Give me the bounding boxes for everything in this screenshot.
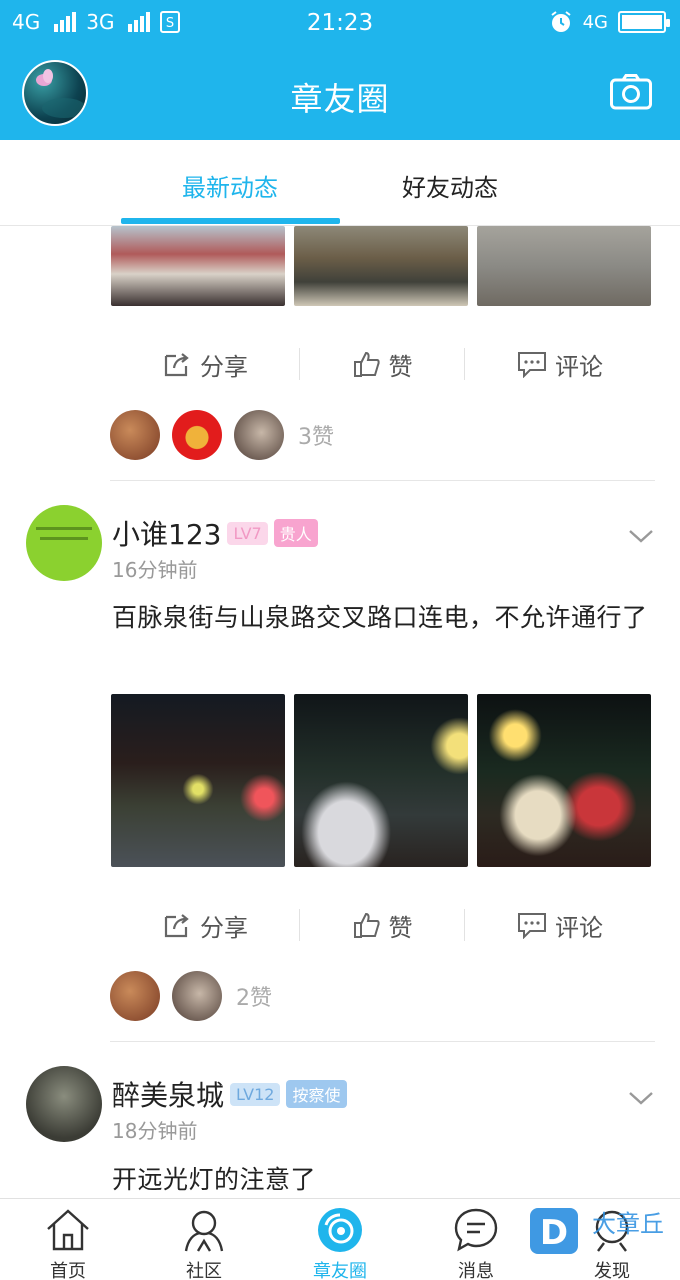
avatar-text-image xyxy=(36,527,92,540)
comment-button[interactable]: 评论 xyxy=(465,334,655,394)
nav-home-label: 首页 xyxy=(50,1261,86,1280)
post-image[interactable] xyxy=(477,226,651,306)
like-label: 赞 xyxy=(388,913,413,942)
share-icon xyxy=(164,914,189,938)
post-time: 18分钟前 xyxy=(112,1119,198,1143)
nav-community-label: 社区 xyxy=(186,1261,222,1280)
like-label: 赞 xyxy=(388,352,413,381)
level-badge: LV12 xyxy=(230,1082,281,1106)
nav-messages-label: 消息 xyxy=(458,1261,494,1280)
alarm-icon xyxy=(550,11,571,32)
watermark-logo: D 大章丘 xyxy=(530,1208,664,1254)
nav-discover-label: 发现 xyxy=(594,1261,630,1280)
liker-avatar[interactable] xyxy=(110,410,160,460)
page-title: 章友圈 xyxy=(290,80,390,118)
post-text: 开远光灯的注意了 xyxy=(112,1165,317,1194)
feed[interactable]: 分享 赞 评论 3赞 小谁123 LV7 贵人 16分钟前 百脉泉街与山泉路交叉… xyxy=(0,226,680,1198)
app-root: 4G 3G S 21:23 4G 章友圈 最新动态 好友动态 分享 赞 评论 3… xyxy=(0,0,680,1280)
chevron-down-icon[interactable] xyxy=(628,528,654,544)
liker-avatar[interactable] xyxy=(234,410,284,460)
home-icon xyxy=(47,1209,89,1251)
username-text: 小谁123 xyxy=(112,518,222,551)
app-header: 章友圈 xyxy=(0,48,680,140)
comment-label: 评论 xyxy=(555,352,603,381)
post-divider xyxy=(110,480,655,481)
like-button[interactable]: 赞 xyxy=(300,334,465,394)
thumbs-up-icon xyxy=(353,912,380,938)
likers-row[interactable]: 3赞 xyxy=(110,410,334,460)
chevron-down-icon[interactable] xyxy=(628,1090,654,1106)
nav-home[interactable]: 首页 xyxy=(0,1199,136,1280)
status-bar: 4G 3G S 21:23 4G xyxy=(0,0,680,48)
tab-friends[interactable]: 好友动态 xyxy=(340,168,560,203)
like-count: 2赞 xyxy=(236,986,272,1011)
battery-icon xyxy=(618,11,670,33)
post-author-name[interactable]: 醉美泉城 LV12 按察使 xyxy=(112,1074,347,1114)
like-count: 3赞 xyxy=(298,425,334,450)
tab-latest[interactable]: 最新动态 xyxy=(120,168,340,203)
tab-bar: 最新动态 好友动态 xyxy=(0,140,680,226)
post-image[interactable] xyxy=(477,694,651,867)
thumbs-up-icon xyxy=(353,351,380,377)
comment-icon xyxy=(518,913,546,939)
post-author-avatar[interactable] xyxy=(26,1066,102,1142)
post-image[interactable] xyxy=(294,226,468,306)
like-button[interactable]: 赞 xyxy=(300,895,465,955)
watermark-text: 大章丘 xyxy=(592,1210,664,1238)
liker-avatar[interactable] xyxy=(172,971,222,1021)
nav-messages[interactable]: 消息 xyxy=(408,1199,544,1280)
post-actions: 分享 赞 评论 xyxy=(110,334,655,394)
post-image[interactable] xyxy=(111,226,285,306)
post-author-name[interactable]: 小谁123 LV7 贵人 xyxy=(112,513,318,553)
username-text: 醉美泉城 xyxy=(112,1079,225,1112)
nav-circle-label: 章友圈 xyxy=(313,1261,367,1280)
comment-label: 评论 xyxy=(555,913,603,942)
post-divider xyxy=(110,1041,655,1042)
post-text: 百脉泉街与山泉路交叉路口连电，不允许通行了 xyxy=(112,603,648,632)
liker-avatar[interactable] xyxy=(172,410,222,460)
post-image[interactable] xyxy=(294,694,468,867)
post-time: 16分钟前 xyxy=(112,558,198,582)
level-badge: LV7 xyxy=(227,521,268,545)
network-label-right: 4G xyxy=(582,11,608,33)
status-right: 4G xyxy=(549,10,670,34)
post-image[interactable] xyxy=(111,694,285,867)
nav-community[interactable]: 社区 xyxy=(136,1199,272,1280)
share-label: 分享 xyxy=(200,913,248,942)
tab-active-indicator xyxy=(121,218,340,224)
likers-row[interactable]: 2赞 xyxy=(110,971,272,1021)
post-actions: 分享 赞 评论 xyxy=(110,895,655,955)
liker-avatar[interactable] xyxy=(110,971,160,1021)
post-author-avatar[interactable] xyxy=(26,505,102,581)
watermark-letter: D xyxy=(540,1213,568,1253)
share-label: 分享 xyxy=(200,352,248,381)
circle-icon xyxy=(318,1208,362,1252)
comment-button[interactable]: 评论 xyxy=(465,895,655,955)
nav-circle[interactable]: 章友圈 xyxy=(272,1199,408,1280)
share-button[interactable]: 分享 xyxy=(110,895,300,955)
community-icon xyxy=(184,1210,224,1252)
title-badge: 按察使 xyxy=(286,1080,347,1108)
share-button[interactable]: 分享 xyxy=(110,334,300,394)
share-icon xyxy=(164,353,189,377)
title-badge: 贵人 xyxy=(273,519,318,547)
camera-icon[interactable] xyxy=(610,74,652,110)
battery-fill xyxy=(622,15,662,29)
comment-icon xyxy=(518,352,546,378)
message-icon xyxy=(454,1208,498,1252)
